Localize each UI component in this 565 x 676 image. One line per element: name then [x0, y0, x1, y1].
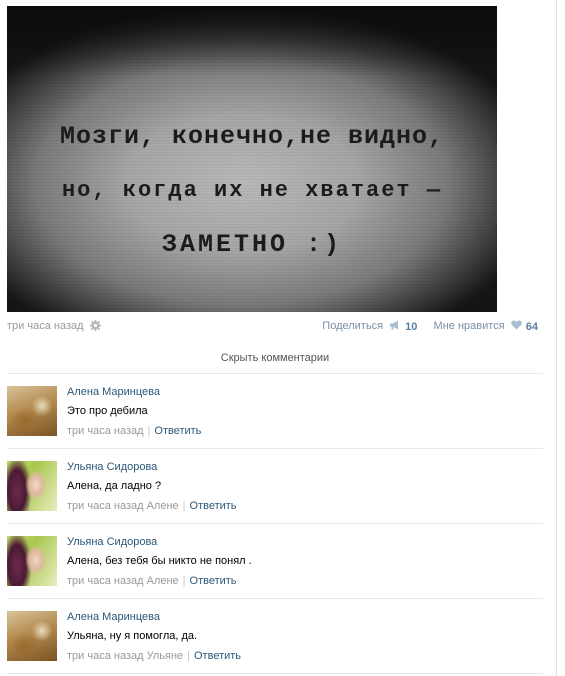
post-meta: три часа назад — [7, 320, 101, 334]
comment-time[interactable]: три часа назад — [67, 425, 144, 437]
comment-author[interactable]: Ульяна Сидорова — [67, 536, 157, 548]
comment-time[interactable]: три часа назад Алене — [67, 500, 179, 512]
post-time[interactable]: три часа назад — [7, 320, 84, 332]
reply-link[interactable]: Ответить — [190, 575, 237, 587]
like-label: Мне нравится — [433, 320, 505, 333]
comment-text: Это про дебила — [67, 405, 148, 417]
share-count: 10 — [405, 320, 418, 333]
comment: Ульяна Сидорова Алена, да ладно ? три ча… — [7, 449, 543, 523]
comment: Алена Маринцева Ульяна, ну я помогла, да… — [7, 599, 543, 673]
gear-icon[interactable] — [89, 320, 101, 334]
image-text-line-3: ЗАМЕТНО :) — [161, 230, 343, 259]
comment: Алена Маринцева Это про дебила три часа … — [7, 374, 543, 448]
reply-link[interactable]: Ответить — [190, 500, 237, 512]
avatar[interactable] — [7, 461, 57, 511]
comment-author[interactable]: Алена Маринцева — [67, 386, 160, 398]
comment-meta: три часа назад | Ответить — [67, 425, 202, 437]
heart-icon — [510, 320, 522, 333]
post-image[interactable]: Мозги, конечно,не видно, но, когда их не… — [7, 6, 497, 312]
like-button[interactable]: Мне нравится 64 — [433, 320, 538, 333]
page-border — [556, 0, 557, 676]
avatar[interactable] — [7, 386, 57, 436]
comment-time[interactable]: три часа назад Ульяне — [67, 650, 183, 662]
comment-text: Ульяна, ну я помогла, да. — [67, 630, 198, 642]
share-label: Поделиться — [322, 320, 384, 333]
comment-text: Алена, да ладно ? — [67, 480, 162, 492]
comment-time[interactable]: три часа назад Алене — [67, 575, 179, 587]
comment-author[interactable]: Ульяна Сидорова — [67, 461, 157, 473]
comment-text: Алена, без тебя бы никто не понял . — [67, 555, 252, 567]
comment-meta: три часа назад Ульяне | Ответить — [67, 650, 242, 662]
divider — [7, 673, 543, 674]
comment-author[interactable]: Алена Маринцева — [67, 611, 160, 623]
reply-link[interactable]: Ответить — [194, 650, 241, 662]
post-actions: Поделиться 10 Мне нравится 64 — [322, 320, 538, 333]
image-text-line-1: Мозги, конечно,не видно, — [59, 122, 445, 151]
share-button[interactable]: Поделиться 10 — [322, 320, 420, 333]
megaphone-icon — [389, 320, 401, 333]
image-text-line-2: но, когда их не хватает — — [61, 178, 443, 203]
avatar[interactable] — [7, 611, 57, 661]
comment: Ульяна Сидорова Алена, без тебя бы никто… — [7, 524, 543, 598]
like-count: 64 — [525, 320, 538, 333]
reply-link[interactable]: Ответить — [154, 425, 201, 437]
comment-meta: три часа назад Алене | Ответить — [67, 575, 237, 587]
comment-meta: три часа назад Алене | Ответить — [67, 500, 237, 512]
avatar[interactable] — [7, 536, 57, 586]
hide-comments-link[interactable]: Скрыть комментарии — [7, 352, 543, 364]
